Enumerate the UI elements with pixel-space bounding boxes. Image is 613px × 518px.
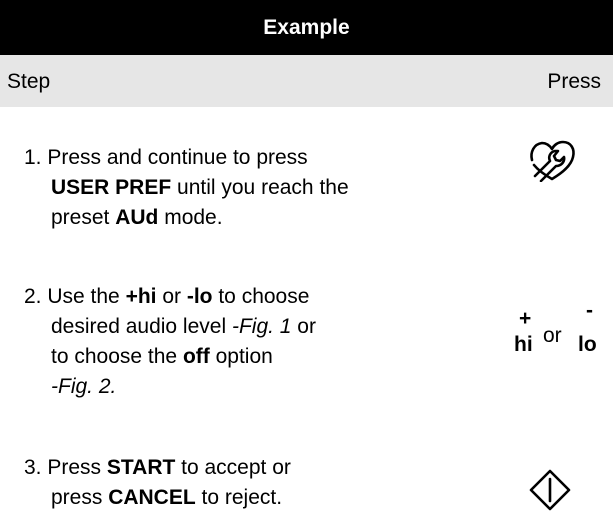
lo-label: lo — [578, 333, 597, 356]
step-3: 3. Press START to accept or press CANCEL… — [24, 453, 291, 513]
press-column-label: Press — [547, 70, 601, 93]
step-1-line-3: preset AUd mode. — [51, 206, 223, 229]
minus-icon: - — [586, 299, 593, 322]
step-1: 1. Press and continue to press USER PREF… — [24, 143, 349, 233]
table-header: Example — [0, 0, 613, 55]
start-diamond-icon — [529, 469, 571, 511]
plus-icon: + — [519, 307, 532, 330]
step-2-line-1: 2. Use the +hi or -lo to choose — [24, 285, 310, 308]
step-2-line-4: -Fig. 2. — [51, 375, 117, 398]
step-column-label: Step — [7, 70, 51, 93]
step-3-line-1: 3. Press START to accept or — [24, 456, 291, 479]
hi-label: hi — [514, 333, 533, 356]
header-title: Example — [263, 15, 350, 39]
step-2-line-3: to choose the off option — [51, 345, 273, 368]
step-3-line-2: press CANCEL to reject. — [51, 486, 283, 509]
step-2-line-2: desired audio level -Fig. 1 or — [51, 315, 316, 338]
step-1-line-2: USER PREF until you reach the — [51, 176, 349, 199]
step-1-line-1: 1. Press and continue to press — [24, 146, 308, 169]
hi-or-lo-icon: + hi or - lo — [514, 299, 606, 367]
column-headers: Step Press — [0, 55, 613, 107]
wrench-heart-icon — [530, 140, 575, 182]
step-2: 2. Use the +hi or -lo to choose desired … — [24, 282, 316, 402]
or-label: or — [543, 324, 562, 347]
